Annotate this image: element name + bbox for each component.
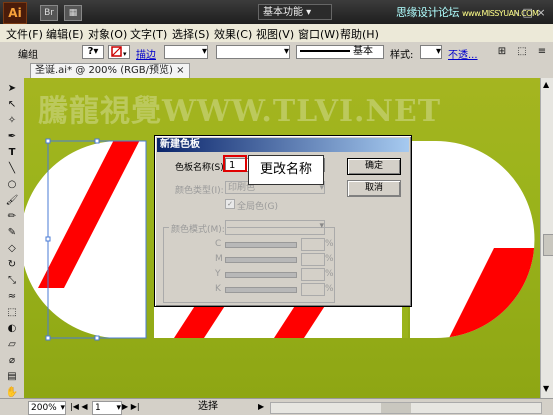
channel-k-percent: % <box>325 284 334 294</box>
magic-wand-tool-icon[interactable]: ✧ <box>4 114 20 127</box>
channel-m-percent: % <box>325 254 334 264</box>
channel-y-label: Y <box>215 269 221 279</box>
menu-bar: 文件(F) 编辑(E) 对象(O) 文字(T) 选择(S) 效果(C) 视图(V… <box>0 24 553 43</box>
menu-edit[interactable]: 编辑(E) <box>46 26 84 42</box>
zoom-field[interactable]: 200% ▾ <box>28 401 66 415</box>
color-type-label: 颜色类型(I): <box>175 186 224 196</box>
channel-c-slider[interactable] <box>225 242 297 248</box>
channel-y-percent: % <box>325 269 334 279</box>
app-logo: Ai <box>3 2 27 24</box>
window-controls[interactable]: - □ × <box>515 6 546 19</box>
swatch-name-label: 色板名称(S): <box>175 163 227 173</box>
graphic-style-picker[interactable]: ▾ <box>420 45 442 59</box>
channel-c-label: C <box>215 239 222 249</box>
scroll-thumb[interactable] <box>543 234 553 256</box>
fill-color-swatch[interactable]: ?▾ <box>82 45 104 59</box>
channel-c-percent: % <box>325 239 334 249</box>
canvas-watermark: 騰龍視覺WWW.TLVI.NET <box>38 94 442 129</box>
svg-text:▾: ▾ <box>123 50 127 58</box>
selection-tool-icon[interactable]: ➤ <box>4 82 20 95</box>
color-mode-label: 颜色模式(M): <box>169 222 227 235</box>
vertical-scrollbar[interactable]: ▲ ▼ <box>540 78 553 398</box>
horizontal-scrollbar[interactable] <box>270 402 542 414</box>
next-artboard-icon[interactable]: ▶ ▶| <box>122 401 140 413</box>
channel-k-slider[interactable] <box>225 287 297 293</box>
color-mode-select[interactable]: ▾ <box>225 220 325 235</box>
channel-y-slider[interactable] <box>225 272 297 278</box>
scale-tool-icon[interactable]: ⤡ <box>4 274 20 287</box>
scroll-down-icon[interactable]: ▼ <box>543 384 549 393</box>
cancel-button[interactable]: 取消 <box>347 180 401 197</box>
current-tool-status: 选择 <box>198 401 218 412</box>
warp-tool-icon[interactable]: ≈ <box>4 290 20 303</box>
pen-tool-icon[interactable]: ✒ <box>4 130 20 143</box>
scroll-up-icon[interactable]: ▲ <box>543 80 549 89</box>
ellipse-tool-icon[interactable]: ○ <box>4 178 20 191</box>
menu-object[interactable]: 对象(O) <box>88 26 127 42</box>
ok-button[interactable]: 确定 <box>347 158 401 175</box>
close-tab-icon[interactable]: × <box>176 65 184 76</box>
channel-m-label: M <box>215 254 223 264</box>
gradient-tool-icon[interactable]: ▤ <box>4 370 20 383</box>
type-tool-icon[interactable]: T <box>4 146 20 159</box>
eraser-tool-icon[interactable]: ◇ <box>4 242 20 255</box>
menu-help[interactable]: 帮助(H) <box>340 26 379 42</box>
channel-c-value[interactable] <box>301 238 325 251</box>
opacity-link[interactable]: 不透... <box>448 46 478 61</box>
menu-effect[interactable]: 效果(C) <box>214 26 252 42</box>
menu-select[interactable]: 选择(S) <box>172 26 210 42</box>
tools-panel: ➤ ↖ ✧ ✒ T ╲ ○ 🖌 ✏ ✎ ◇ ↻ ⤡ ≈ ⬚ ◐ ▱ ⌀ ▤ ✋ <box>0 62 25 398</box>
panel-menu-icon[interactable]: ≡ <box>534 45 550 58</box>
arrange-documents-icon[interactable]: ▦ <box>64 5 82 21</box>
blob-brush-tool-icon[interactable]: ✎ <box>4 226 20 239</box>
channel-y-value[interactable] <box>301 268 325 281</box>
stroke-color-swatch[interactable]: ▾ <box>108 45 130 59</box>
artboard-number-field[interactable]: 1 ▾ <box>92 401 122 415</box>
channel-k-value[interactable] <box>301 283 325 296</box>
dialog-title: 新建色板 <box>157 138 409 152</box>
direct-selection-tool-icon[interactable]: ↖ <box>4 98 20 111</box>
workspace-switcher[interactable]: 基本功能 ▾ <box>258 4 332 20</box>
status-menu-arrow-icon[interactable]: ▶ <box>258 401 264 413</box>
eyedropper-tool-icon[interactable]: ⌀ <box>4 354 20 367</box>
free-transform-tool-icon[interactable]: ⬚ <box>4 306 20 319</box>
bridge-icon[interactable]: Br <box>40 5 58 21</box>
menu-window[interactable]: 窗口(W) <box>298 26 339 42</box>
stroke-none-icon: ▾ <box>111 46 127 58</box>
annotation-callout: 更改名称 <box>248 155 324 185</box>
line-tool-icon[interactable]: ╲ <box>4 162 20 175</box>
status-bar: 200% ▾ |◀ ◀ 1 ▾ ▶ ▶| 选择 ▶ <box>0 398 553 415</box>
paintbrush-tool-icon[interactable]: 🖌 <box>4 194 20 207</box>
document-tab[interactable]: 圣诞.ai* @ 200% (RGB/预览) × <box>30 63 190 78</box>
highlight-box <box>223 155 247 172</box>
app-titlebar: Ai Br ▦ 基本功能 ▾ 思缘设计论坛 www.MISSYUAN.COM -… <box>0 0 553 24</box>
control-bar: 编组 ?▾ ▾ 描边 ▾ ▾ 基本 样式: ▾ 不透... ⊞ ⬚ ≡ <box>0 42 553 63</box>
style-label: 样式: <box>390 50 414 61</box>
pencil-tool-icon[interactable]: ✏ <box>4 210 20 223</box>
document-tab-bar: 圣诞.ai* @ 200% (RGB/预览) × <box>24 62 553 79</box>
channel-m-slider[interactable] <box>225 257 297 263</box>
perspective-grid-tool-icon[interactable]: ▱ <box>4 338 20 351</box>
horizontal-scroll-thumb[interactable] <box>381 403 411 413</box>
channel-m-value[interactable] <box>301 253 325 266</box>
variable-width-profile[interactable]: ▾ <box>216 45 290 59</box>
shape-builder-tool-icon[interactable]: ◐ <box>4 322 20 335</box>
menu-view[interactable]: 视图(V) <box>256 26 294 42</box>
global-color-label: 全局色(G) <box>237 202 278 212</box>
menu-type[interactable]: 文字(T) <box>130 26 167 42</box>
channel-k-label: K <box>215 284 221 294</box>
stroke-panel-link[interactable]: 描边 <box>136 46 156 61</box>
first-artboard-icon[interactable]: |◀ ◀ <box>70 401 88 413</box>
selection-mode-label: 编组 <box>18 50 38 61</box>
menu-file[interactable]: 文件(F) <box>6 26 43 42</box>
transform-icon[interactable]: ⬚ <box>514 45 530 58</box>
global-color-checkbox[interactable]: ✓ <box>225 199 235 209</box>
rotate-tool-icon[interactable]: ↻ <box>4 258 20 271</box>
stroke-weight-field[interactable]: ▾ <box>164 45 208 59</box>
brush-definition[interactable]: 基本 <box>296 45 384 59</box>
align-icon[interactable]: ⊞ <box>494 45 510 58</box>
